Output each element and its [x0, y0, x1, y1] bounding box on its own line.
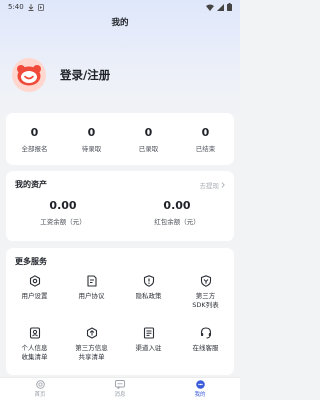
status-time: 5:40 [8, 3, 24, 11]
stat-admitted[interactable]: 0 已录取 [120, 113, 177, 165]
page-title: 我的 [111, 18, 129, 28]
service-label: 第三方 SDK列表 [192, 292, 219, 309]
service-personal-info-list[interactable]: 个人信息 收集清单 [6, 322, 63, 368]
login-register-link[interactable]: 登录/注册 [60, 67, 110, 83]
salary-balance[interactable]: 0.00 工资余额（元） [6, 199, 120, 226]
profile-icon [195, 380, 205, 389]
customer-service-icon [199, 326, 213, 340]
tab-label: 消息 [114, 392, 126, 398]
bottom-tab-bar: 首页 消息 我的 [0, 377, 240, 400]
stat-label: 已结束 [195, 144, 216, 153]
assets-title: 我的资产 [15, 180, 47, 189]
service-online-support[interactable]: 在线客服 [177, 322, 234, 368]
tab-label: 我的 [194, 392, 206, 398]
services-title: 更多服务 [15, 257, 47, 266]
agreement-icon [85, 274, 99, 288]
service-label: 用户设置 [21, 292, 48, 300]
service-label: 第三方信息 共享清单 [75, 344, 108, 361]
more-services-card: 更多服务 用户设置 用户协议 隐私政策 第三方 SDK列表 个人信息 收集清单 … [6, 248, 234, 375]
withdraw-label: 去提现 [199, 182, 220, 190]
signal-icon [217, 3, 224, 11]
personal-info-icon [28, 326, 42, 340]
privacy-shield-icon [142, 274, 156, 288]
service-label: 渠道入驻 [135, 344, 162, 352]
service-user-settings[interactable]: 用户设置 [6, 270, 63, 316]
share-info-icon [85, 326, 99, 340]
asset-value: 0.00 [49, 199, 77, 212]
service-label: 隐私政策 [135, 292, 162, 300]
stat-ended[interactable]: 0 已结束 [177, 113, 234, 165]
tab-mine[interactable]: 我的 [160, 378, 240, 400]
stat-value: 0 [144, 125, 153, 139]
channel-doc-icon [142, 326, 156, 340]
download-icon [28, 3, 34, 11]
tab-messages[interactable]: 消息 [80, 378, 160, 400]
service-channel-entry[interactable]: 渠道入驻 [120, 322, 177, 368]
stat-label: 全部报名 [21, 144, 48, 153]
tab-home[interactable]: 首页 [0, 378, 80, 400]
settings-icon [28, 274, 42, 288]
avatar[interactable] [12, 58, 46, 92]
wifi-icon [206, 4, 214, 11]
profile-login-area[interactable]: 登录/注册 [12, 58, 110, 92]
stat-label: 待录取 [81, 144, 102, 153]
asset-label: 工资余额（元） [40, 218, 86, 226]
service-third-party-sdk[interactable]: 第三方 SDK列表 [177, 270, 234, 316]
mascot-logo-icon [17, 65, 41, 86]
stat-value: 0 [87, 125, 96, 139]
withdraw-link[interactable]: 去提现 [200, 180, 226, 190]
service-label: 在线客服 [192, 344, 219, 352]
service-label: 个人信息 收集清单 [21, 344, 48, 361]
chevron-right-icon [221, 182, 225, 188]
stat-all-enrollments[interactable]: 0 全部报名 [6, 113, 63, 165]
stat-value: 0 [201, 125, 210, 139]
battery-icon [227, 3, 232, 11]
service-privacy-policy[interactable]: 隐私政策 [120, 270, 177, 316]
media-icon [37, 3, 44, 11]
red-packet-balance[interactable]: 0.00 红包余额（元） [120, 199, 234, 226]
sdk-shield-icon [199, 274, 213, 288]
status-bar: 5:40 [0, 0, 240, 14]
tab-label: 首页 [34, 392, 46, 398]
message-icon [115, 380, 125, 389]
service-label: 用户协议 [78, 292, 105, 300]
stat-pending-admission[interactable]: 0 待录取 [63, 113, 120, 165]
home-icon [35, 380, 45, 389]
stat-label: 已录取 [138, 144, 159, 153]
stat-value: 0 [30, 125, 39, 139]
asset-label: 红包余额（元） [154, 218, 200, 226]
enrollment-stats-card: 0 全部报名 0 待录取 0 已录取 0 已结束 [6, 113, 234, 165]
service-third-party-share-list[interactable]: 第三方信息 共享清单 [63, 322, 120, 368]
service-user-agreement[interactable]: 用户协议 [63, 270, 120, 316]
my-assets-card: 我的资产 去提现 0.00 工资余额（元） 0.00 红包余额（元） [6, 171, 234, 241]
asset-value: 0.00 [163, 199, 191, 212]
